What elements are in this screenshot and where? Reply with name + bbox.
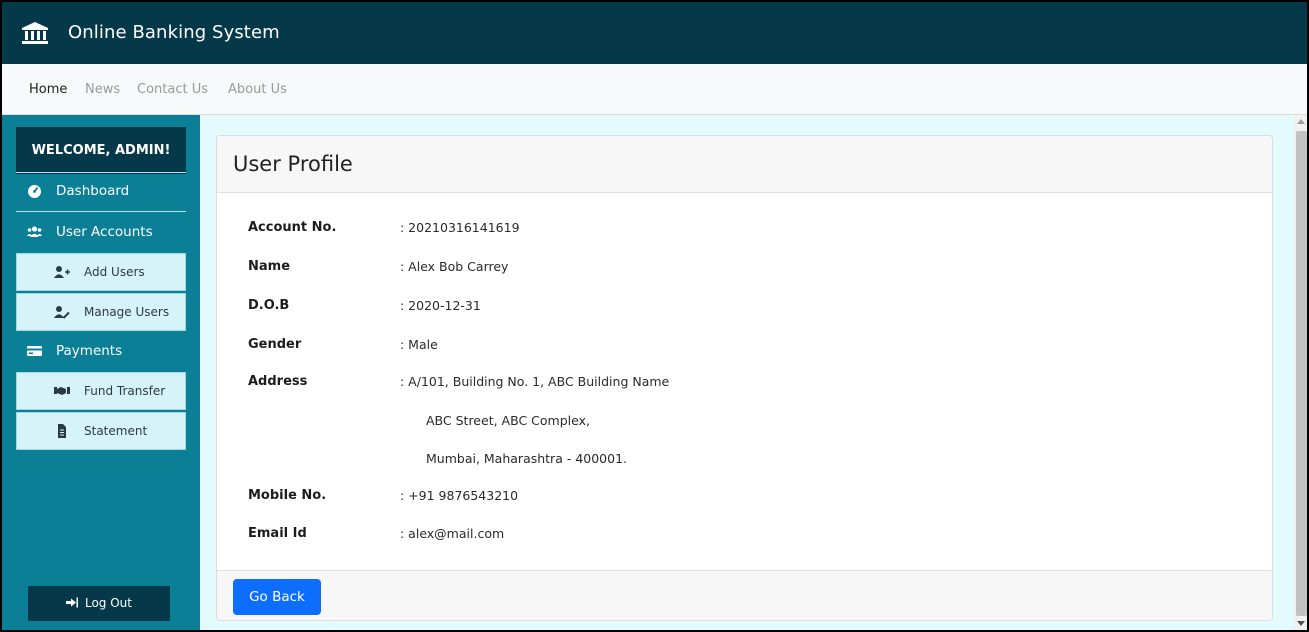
sidebar-item-label: Payments xyxy=(56,343,123,359)
top-navbar: Home News Contact Us About Us xyxy=(0,64,1309,115)
app-title: Online Banking System xyxy=(68,22,280,43)
scrollbar-thumb[interactable] xyxy=(1296,131,1307,616)
user-plus-icon xyxy=(54,266,70,278)
user-edit-icon xyxy=(54,306,70,319)
sidebar-item-label: Dashboard xyxy=(56,183,130,199)
nav-link-news[interactable]: News xyxy=(85,81,120,98)
field-value: ABC Street, ABC Complex, xyxy=(426,413,590,428)
profile-row-gender: Gender : Male xyxy=(217,335,1272,355)
profile-row-mobile: Mobile No. : +91 9876543210 xyxy=(217,486,1272,506)
field-value: : Alex Bob Carrey xyxy=(400,259,509,274)
logout-button[interactable]: Log Out xyxy=(28,586,170,621)
credit-card-icon xyxy=(27,346,42,356)
sidebar-item-label: Fund Transfer xyxy=(84,384,166,398)
user-profile-card: User Profile Account No. : 2021031614161… xyxy=(216,135,1273,621)
sidebar: WELCOME, ADMIN! Dashboard User Accounts … xyxy=(0,115,200,632)
sidebar-subitem-fund-transfer[interactable]: Fund Transfer xyxy=(16,372,186,410)
logout-label: Log Out xyxy=(84,596,132,610)
field-label: Mobile No. xyxy=(248,488,327,503)
field-value: : A/101, Building No. 1, ABC Building Na… xyxy=(400,374,670,389)
scroll-up-arrow-icon[interactable] xyxy=(1297,119,1305,124)
nav-link-home[interactable]: Home xyxy=(29,81,67,98)
vertical-scrollbar[interactable] xyxy=(1294,115,1309,632)
sidebar-item-label: Statement xyxy=(84,424,148,438)
field-value: : 20210316141619 xyxy=(400,220,520,235)
profile-row-address: Address : A/101, Building No. 1, ABC Bui… xyxy=(217,372,1272,392)
sidebar-item-user-accounts[interactable]: User Accounts xyxy=(16,214,186,250)
nav-link-contact-us[interactable]: Contact Us xyxy=(137,81,208,98)
field-label: Email Id xyxy=(248,526,307,541)
field-value: : alex@mail.com xyxy=(400,526,505,541)
field-value: Mumbai, Maharashtra - 400001. xyxy=(426,451,628,466)
main-content: User Profile Account No. : 2021031614161… xyxy=(200,115,1294,632)
sidebar-subitem-statement[interactable]: Statement xyxy=(16,412,186,450)
field-value: : +91 9876543210 xyxy=(400,488,519,503)
sidebar-item-label: Add Users xyxy=(84,265,145,279)
card-header: User Profile xyxy=(217,136,1272,193)
field-label: D.O.B xyxy=(248,298,290,313)
bank-icon xyxy=(22,22,48,44)
field-label: Account No. xyxy=(248,220,337,235)
card-footer: Go Back xyxy=(217,570,1272,620)
field-label: Name xyxy=(248,259,291,274)
welcome-banner: WELCOME, ADMIN! xyxy=(16,127,186,174)
profile-row-address-line-2: ABC Street, ABC Complex, xyxy=(217,411,1272,431)
dashboard-icon xyxy=(28,185,41,198)
top-header: Online Banking System xyxy=(0,0,1309,64)
sidebar-item-label: User Accounts xyxy=(56,224,153,240)
profile-row-address-line-3: Mumbai, Maharashtra - 400001. xyxy=(217,449,1272,469)
page-title: User Profile xyxy=(233,152,353,176)
profile-row-name: Name : Alex Bob Carrey xyxy=(217,257,1272,277)
nav-link-about-us[interactable]: About Us xyxy=(228,81,287,98)
file-icon xyxy=(58,424,66,438)
field-label: Address xyxy=(248,374,308,389)
sidebar-item-payments[interactable]: Payments xyxy=(16,333,186,369)
sidebar-subitem-manage-users[interactable]: Manage Users xyxy=(16,293,186,331)
field-label: Gender xyxy=(248,337,302,352)
sidebar-item-label: Manage Users xyxy=(84,305,170,319)
profile-row-account-no: Account No. : 20210316141619 xyxy=(217,218,1272,238)
scroll-down-arrow-icon[interactable] xyxy=(1297,621,1305,626)
handshake-icon xyxy=(54,387,70,395)
field-value: : Male xyxy=(400,337,438,352)
sidebar-subitem-add-users[interactable]: Add Users xyxy=(16,253,186,291)
profile-row-dob: D.O.B : 2020-12-31 xyxy=(217,296,1272,316)
sign-out-icon xyxy=(65,597,78,608)
go-back-button[interactable]: Go Back xyxy=(233,579,321,615)
field-value: : 2020-12-31 xyxy=(400,298,481,313)
sidebar-item-dashboard[interactable]: Dashboard xyxy=(16,173,186,209)
profile-row-email: Email Id : alex@mail.com xyxy=(217,524,1272,544)
users-icon xyxy=(27,226,42,237)
sidebar-divider xyxy=(16,211,186,212)
